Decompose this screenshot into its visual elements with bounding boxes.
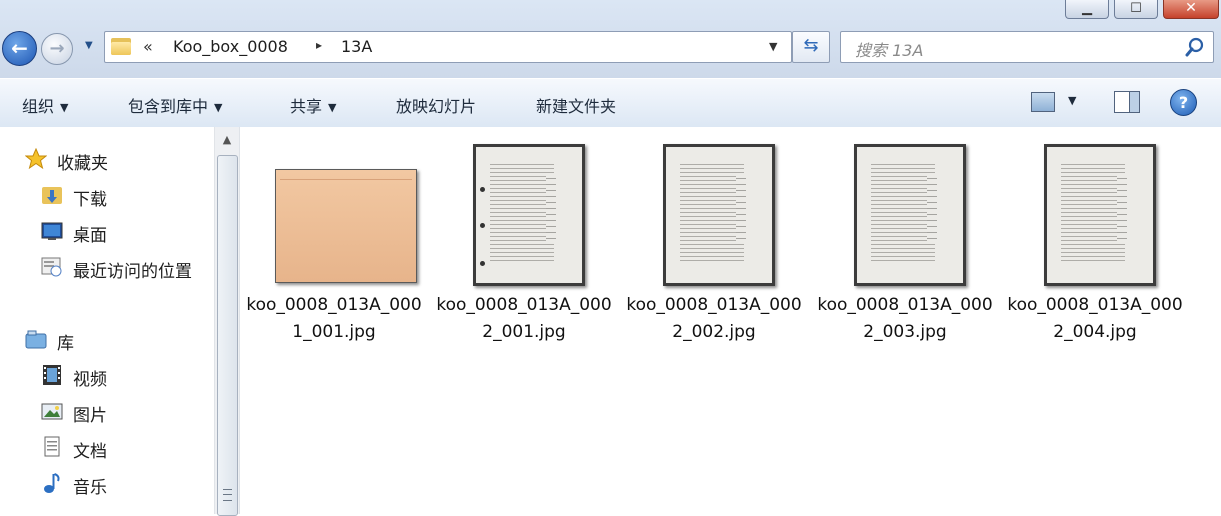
video-icon: [43, 365, 61, 385]
file-thumbnail: [275, 169, 417, 283]
breadcrumb-separator-icon[interactable]: ▸: [316, 38, 322, 52]
sidebar-item-label: 收藏夹: [57, 154, 108, 174]
sidebar-item-label: 库: [57, 334, 74, 354]
slideshow-button[interactable]: 放映幻灯片: [396, 93, 476, 117]
recent-places-icon: [41, 257, 62, 277]
file-thumbnail: [1044, 144, 1156, 286]
pictures-icon: [41, 403, 63, 420]
file-list: koo_0008_013A_0001_001.jpg koo_0008_013A…: [239, 127, 1221, 514]
download-folder-icon: [42, 187, 62, 204]
change-view-icon[interactable]: [1031, 92, 1055, 112]
file-name: koo_0008_013A_0002_003.jpg: [817, 295, 993, 342]
file-name: koo_0008_013A_0002_004.jpg: [1007, 295, 1183, 342]
file-thumbnail: [854, 144, 966, 286]
sidebar-item-label: 最近访问的位置: [73, 262, 192, 282]
refresh-icon: ⇆: [803, 35, 819, 56]
file-thumbnail: [663, 144, 775, 286]
search-icon[interactable]: [1185, 37, 1205, 57]
desktop-icon: [41, 222, 63, 240]
address-dropdown-icon[interactable]: ▼: [769, 40, 777, 53]
command-bar: 组织 ▼ 包含到库中 ▼ 共享 ▼ 放映幻灯片 新建文件夹 ▼ ?: [0, 78, 1221, 128]
sidebar-item-label: 桌面: [73, 226, 107, 246]
sidebar-item-label: 下载: [73, 190, 107, 210]
recent-pages-dropdown[interactable]: ▼: [85, 40, 97, 51]
file-item[interactable]: koo_0008_013A_0002_003.jpg: [813, 141, 997, 361]
chevron-down-icon: ▼: [214, 101, 223, 114]
star-icon: [25, 148, 47, 170]
new-folder-button[interactable]: 新建文件夹: [536, 93, 616, 117]
close-icon: ✕: [1185, 0, 1197, 16]
file-item[interactable]: koo_0008_013A_0001_001.jpg: [242, 141, 426, 361]
preview-pane-icon[interactable]: [1114, 91, 1140, 113]
search-placeholder: 搜索 13A: [855, 41, 924, 60]
sidebar-item-label: 音乐: [73, 478, 107, 498]
file-item[interactable]: koo_0008_013A_0002_002.jpg: [622, 141, 806, 361]
title-bar: ▁ ☐ ✕ ← → ▼ « Koo_box_0008 ▸ 13A ▼ ⇆ 搜索 …: [0, 0, 1221, 78]
documents-icon: [44, 436, 60, 457]
file-name: koo_0008_013A_0002_002.jpg: [626, 295, 802, 342]
back-arrow-icon: ←: [11, 36, 28, 60]
file-name: koo_0008_013A_0001_001.jpg: [246, 295, 422, 342]
maximize-icon: ☐: [1130, 1, 1142, 16]
file-name: koo_0008_013A_0002_001.jpg: [436, 295, 612, 342]
view-options-dropdown-icon[interactable]: ▼: [1068, 94, 1076, 107]
file-thumbnail: [473, 144, 585, 286]
navigation-scrollbar[interactable]: ▲: [214, 127, 239, 516]
include-in-library-menu[interactable]: 包含到库中 ▼: [128, 93, 222, 117]
share-label: 共享: [290, 97, 323, 116]
back-button[interactable]: ←: [2, 31, 37, 66]
chevron-down-icon: ▼: [328, 101, 337, 114]
chevron-down-icon: ▼: [60, 101, 69, 114]
music-icon: [44, 473, 60, 493]
library-icon: [25, 330, 47, 349]
share-menu[interactable]: 共享 ▼: [290, 93, 336, 117]
file-item[interactable]: koo_0008_013A_0002_001.jpg: [432, 141, 616, 361]
scroll-thumb[interactable]: [217, 155, 238, 516]
address-bar[interactable]: « Koo_box_0008 ▸ 13A ▼: [104, 31, 792, 63]
organize-menu[interactable]: 组织 ▼: [22, 93, 68, 117]
forward-button[interactable]: →: [41, 33, 73, 65]
sidebar-item-label: 视频: [73, 370, 107, 390]
sidebar-item-label: 文档: [73, 442, 107, 462]
organize-label: 组织: [22, 97, 55, 116]
folder-icon: [111, 38, 131, 55]
navigation-pane: 收藏夹 下载 桌面 最近访问的位置 库 视频 图片 文档 音乐: [0, 127, 214, 514]
close-button[interactable]: ✕: [1163, 0, 1219, 19]
forward-arrow-icon: →: [49, 38, 65, 59]
breadcrumb-overflow[interactable]: «: [143, 37, 153, 56]
minimize-button[interactable]: ▁: [1065, 0, 1109, 19]
refresh-button[interactable]: ⇆: [792, 31, 830, 63]
help-icon[interactable]: ?: [1170, 89, 1197, 116]
breadcrumb-13a[interactable]: 13A: [341, 37, 372, 56]
search-input[interactable]: 搜索 13A: [840, 31, 1214, 63]
scroll-up-arrow-icon[interactable]: ▲: [215, 133, 239, 146]
maximize-button[interactable]: ☐: [1114, 0, 1158, 19]
file-item[interactable]: koo_0008_013A_0002_004.jpg: [1003, 141, 1187, 361]
breadcrumb-koo-box[interactable]: Koo_box_0008: [173, 37, 288, 56]
minimize-icon: ▁: [1082, 1, 1092, 16]
sidebar-item-label: 图片: [73, 406, 107, 426]
include-in-library-label: 包含到库中: [128, 97, 209, 116]
scroll-grip-icon: [223, 489, 232, 501]
